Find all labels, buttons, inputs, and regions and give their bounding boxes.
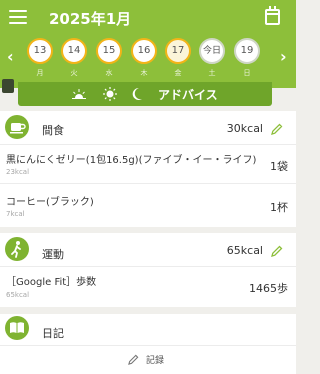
coffee-cup-icon	[5, 115, 29, 139]
exercise-title: 運動	[42, 248, 64, 261]
exercise-section-header[interactable]: 運動 65kcal	[0, 233, 296, 266]
advice-label: アドバイス	[158, 88, 218, 102]
record-label: 記録	[146, 356, 165, 366]
day-button-15[interactable]: 15	[96, 38, 122, 64]
day-of-week-label: 火	[70, 69, 78, 77]
hamburger-menu-icon[interactable]	[9, 9, 27, 25]
prev-week-arrow-icon[interactable]: ‹	[7, 47, 14, 66]
diary-section-header[interactable]: 日記	[0, 314, 296, 345]
day-button-17[interactable]: 17	[165, 38, 191, 64]
sun-icon	[103, 87, 117, 101]
exercise-item-name: ［Google Fit］歩数	[6, 277, 97, 288]
snack-total-kcal: 30kcal	[226, 122, 263, 135]
exercise-person-icon	[5, 237, 29, 261]
food-item-kcal: 23kcal	[6, 168, 30, 176]
day-button-19[interactable]: 19	[234, 38, 260, 64]
edit-pencil-icon	[128, 354, 139, 365]
exercise-item-kcal: 65kcal	[6, 291, 30, 299]
day-of-week-label: 月	[36, 69, 44, 77]
app-bar: 2025年1月 ‹ › 13 月 14 火 15 水 16 木 17 金 今日 …	[0, 0, 296, 88]
exercise-item-quantity: 1465歩	[249, 282, 288, 295]
avatar	[2, 79, 14, 93]
book-icon	[5, 316, 29, 340]
diary-record-button[interactable]: 記録	[0, 346, 296, 374]
list-item[interactable]: 黒にんにくゼリー(1包16.5g)(ファイブ・イー・ライフ) 23kcal 1袋	[0, 145, 296, 183]
day-of-week-label: 水	[105, 69, 113, 77]
exercise-total-kcal: 65kcal	[226, 244, 263, 257]
day-of-week-label: 金	[174, 69, 182, 77]
moon-icon	[132, 87, 142, 100]
next-week-arrow-icon[interactable]: ›	[280, 47, 287, 66]
snack-section-header[interactable]: 間食 30kcal	[0, 111, 296, 144]
day-button-14[interactable]: 14	[61, 38, 87, 64]
snack-title: 間食	[42, 124, 64, 137]
food-item-kcal: 7kcal	[6, 210, 25, 218]
day-button-13[interactable]: 13	[27, 38, 53, 64]
food-item-name: コーヒー(ブラック)	[6, 197, 94, 208]
diary-title: 日記	[42, 327, 64, 340]
list-item[interactable]: コーヒー(ブラック) 7kcal 1杯	[0, 184, 296, 227]
food-item-name: 黒にんにくゼリー(1包16.5g)(ファイブ・イー・ライフ)	[6, 155, 257, 166]
list-item[interactable]: ［Google Fit］歩数 65kcal 1465歩	[0, 267, 296, 307]
page-title: 2025年1月	[49, 10, 132, 28]
food-item-quantity: 1杯	[270, 201, 288, 214]
calendar-icon[interactable]	[265, 6, 280, 25]
edit-pencil-icon[interactable]	[271, 123, 283, 135]
advice-button[interactable]: アドバイス	[18, 82, 272, 106]
food-item-quantity: 1袋	[270, 160, 288, 173]
edit-pencil-icon[interactable]	[271, 245, 283, 257]
day-button-today[interactable]: 今日	[199, 38, 225, 64]
day-of-week-label: 日	[243, 69, 251, 77]
day-button-16[interactable]: 16	[131, 38, 157, 64]
sunrise-icon	[72, 89, 86, 99]
day-of-week-label: 土	[208, 69, 216, 77]
day-of-week-label: 木	[140, 69, 148, 77]
